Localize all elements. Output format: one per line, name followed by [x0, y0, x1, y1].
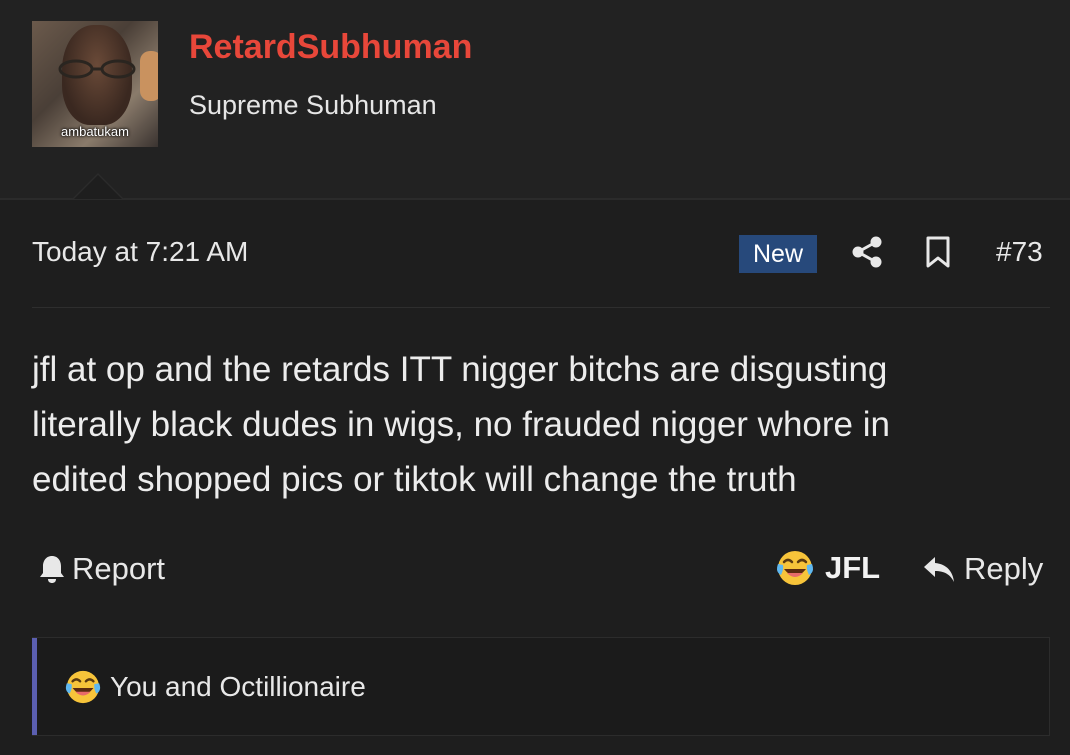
user-header: ambatukam RetardSubhuman Supreme Subhuma… [0, 0, 1070, 199]
reply-button[interactable]: Reply [922, 551, 1043, 587]
report-label: Report [72, 551, 166, 586]
reactions-accent-bar [32, 638, 37, 735]
reactions-summary-bar[interactable]: You and Octillionaire [32, 637, 1050, 736]
avatar-caption: ambatukam [61, 124, 129, 139]
avatar-hand [140, 51, 158, 101]
reply-icon [924, 557, 954, 582]
bell-icon [40, 556, 64, 583]
report-button[interactable]: Report [38, 551, 165, 587]
crying-laughing-emoji-icon [777, 551, 813, 585]
reply-label: Reply [964, 551, 1044, 586]
post-text-line: jfl at op and the retards ITT nigger bit… [32, 350, 888, 389]
bookmark-icon[interactable] [924, 236, 952, 268]
reactions-content: You and Octillionaire [64, 668, 366, 706]
header-pointer [72, 173, 124, 199]
post-text-line: edited shopped pics or tiktok will chang… [32, 460, 797, 499]
post-body: jfl at op and the retards ITT nigger bit… [32, 342, 1042, 507]
glasses-graphic [58, 59, 136, 79]
post-text-line: literally black dudes in wigs, no fraude… [32, 405, 890, 444]
post-number-link[interactable]: #73 [996, 236, 1043, 268]
crying-laughing-emoji-icon [65, 670, 101, 704]
share-icon[interactable] [851, 236, 883, 268]
reactions-summary-text[interactable]: You and Octillionaire [110, 671, 366, 703]
react-button[interactable]: JFL [775, 548, 880, 588]
post-timestamp[interactable]: Today at 7:21 AM [32, 236, 248, 268]
avatar[interactable]: ambatukam [32, 21, 158, 147]
header-divider [0, 198, 1070, 200]
username-link[interactable]: RetardSubhuman [189, 28, 472, 67]
meta-divider [32, 307, 1050, 308]
new-badge: New [739, 235, 817, 273]
react-label: JFL [825, 550, 881, 585]
user-title: Supreme Subhuman [189, 90, 437, 120]
